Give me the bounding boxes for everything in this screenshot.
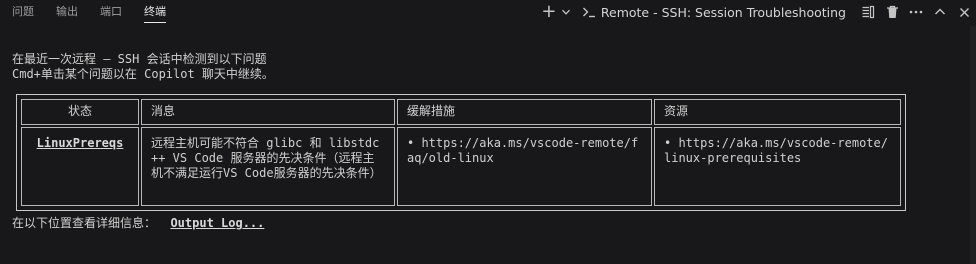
terminal-title: Remote - SSH: Session Troubleshooting [600, 4, 846, 20]
column-header-mitigation: 缓解措施 [397, 99, 652, 125]
details-line: 在以下位置查看详细信息： Output Log... [12, 216, 264, 231]
panel-tab-bar: 问题 输出 端口 终端 + Remote - SSH: Session Trou… [0, 0, 976, 26]
terminal-output[interactable]: 在最近一次远程 — SSH 会话中检测到以下问题 Cmd+单击某个问题以在 Co… [12, 52, 962, 82]
panel-tabs: 问题 输出 端口 终端 [0, 0, 188, 26]
panel-actions: + Remote - SSH: Session Troubleshooting [541, 0, 976, 24]
more-actions-icon[interactable] [904, 2, 928, 22]
message-cell: 远程主机可能不符合 glibc 和 libstdc++ VS Code 服务器的… [141, 127, 395, 206]
resource-link[interactable]: • https://aka.ms/vscode-remote/linux-pre… [664, 136, 888, 165]
column-header-message: 消息 [141, 99, 395, 125]
terminal-line: Cmd+单击某个问题以在 Copilot 聊天中继续。 [12, 67, 274, 81]
tab-output[interactable]: 输出 [56, 0, 78, 26]
terminal-prompt-icon [582, 6, 596, 18]
table-row: LinuxPrereqs 远程主机可能不符合 glibc 和 libstdc++… [21, 127, 901, 206]
close-icon[interactable] [952, 2, 976, 22]
status-link-linux-prereqs[interactable]: LinuxPrereqs [37, 136, 124, 150]
terminal-scrollbar[interactable] [970, 26, 976, 264]
new-terminal-plus-icon[interactable]: + [541, 3, 557, 21]
column-header-status: 状态 [21, 99, 139, 125]
tab-terminal[interactable]: 终端 [144, 0, 166, 26]
table-header-row: 状态 消息 缓解措施 资源 [21, 99, 901, 125]
terminal-line: 在最近一次远程 — SSH 会话中检测到以下问题 [12, 52, 267, 66]
split-view-icon[interactable] [856, 2, 880, 22]
details-prefix: 在以下位置查看详细信息： [12, 216, 171, 230]
terminal-selector[interactable]: Remote - SSH: Session Troubleshooting [582, 2, 856, 22]
issues-table-frame: 状态 消息 缓解措施 资源 LinuxPrereqs 远程主机可能不符合 gli… [16, 94, 906, 211]
resource-cell: • https://aka.ms/vscode-remote/linux-pre… [654, 127, 901, 206]
tab-problems[interactable]: 问题 [12, 0, 34, 26]
chevron-up-icon[interactable] [928, 2, 952, 22]
status-cell: LinuxPrereqs [21, 127, 139, 206]
mitigation-link[interactable]: • https://aka.ms/vscode-remote/faq/old-l… [407, 136, 638, 165]
tab-ports[interactable]: 端口 [100, 0, 122, 26]
column-header-resource: 资源 [654, 99, 901, 125]
chevron-down-icon[interactable] [560, 7, 572, 17]
trash-icon[interactable] [880, 2, 904, 22]
output-log-link[interactable]: Output Log... [170, 216, 264, 230]
mitigation-cell: • https://aka.ms/vscode-remote/faq/old-l… [397, 127, 652, 206]
issues-table: 状态 消息 缓解措施 资源 LinuxPrereqs 远程主机可能不符合 gli… [19, 97, 903, 208]
